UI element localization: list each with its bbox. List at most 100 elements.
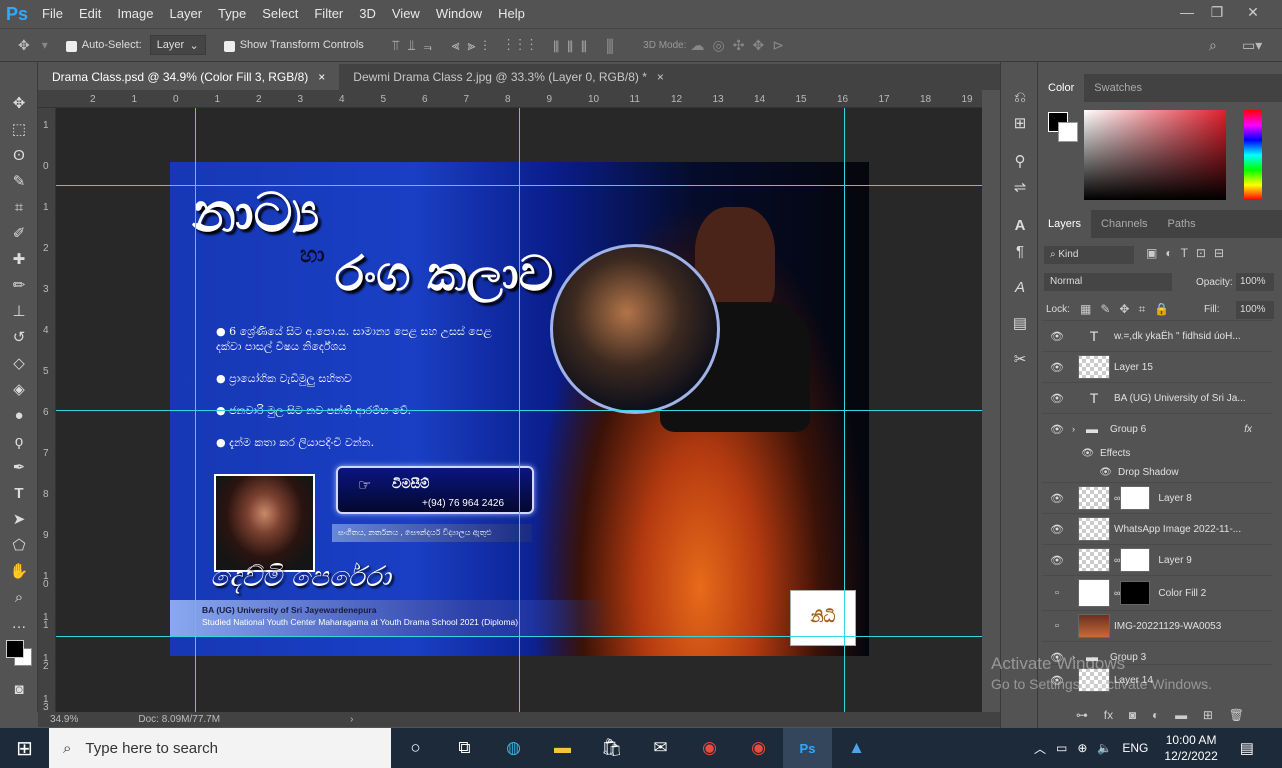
guide-horizontal[interactable] <box>56 636 982 637</box>
move-tool-icon[interactable]: ✥ <box>18 37 30 54</box>
eye-icon[interactable]: 👁 <box>1042 554 1072 567</box>
fx-icon[interactable]: fx <box>1104 708 1113 722</box>
marquee-tool-icon[interactable]: ⬚ <box>0 116 38 142</box>
eyedropper-icon[interactable]: ✐ <box>0 220 38 246</box>
quick-select-icon[interactable]: ✎ <box>0 168 38 194</box>
eye-icon[interactable]: 👁 <box>1042 523 1072 536</box>
lasso-tool-icon[interactable]: ʘ <box>0 142 38 168</box>
shape-tool-icon[interactable]: ⬠ <box>0 532 38 558</box>
tray-network-icon[interactable]: ⊕ <box>1077 741 1087 755</box>
layer-row[interactable]: ▫ ∞ Color Fill 2 <box>1042 575 1272 610</box>
paragraph-panel-icon[interactable]: ¶ <box>1001 238 1039 264</box>
more-tools-icon[interactable]: … <box>0 610 38 636</box>
visibility-toggle[interactable]: ▫ <box>1042 587 1072 599</box>
add-mask-icon[interactable]: ◙ <box>1129 708 1136 722</box>
adjustment-layer-icon[interactable]: ◐ <box>1152 708 1159 722</box>
close-icon[interactable]: ✕ <box>1236 0 1270 24</box>
link-layers-icon[interactable]: ⊶ <box>1076 708 1088 722</box>
type-tool-icon[interactable]: T <box>0 480 38 506</box>
show-transform-checkbox[interactable] <box>223 40 235 52</box>
guide-horizontal[interactable] <box>56 410 982 411</box>
background-color-swatch[interactable] <box>1058 122 1078 142</box>
workspace-icon[interactable]: ▭▾ <box>1242 37 1262 54</box>
healing-brush-icon[interactable]: ✚ <box>0 246 38 272</box>
photos-icon[interactable]: ▲ <box>832 728 881 768</box>
dodge-tool-icon[interactable]: ϙ <box>0 428 38 454</box>
notes-panel-icon[interactable]: ▤ <box>1001 310 1039 336</box>
fx-badge[interactable]: fx <box>1244 424 1252 435</box>
brush-panel-icon[interactable]: ⚲ <box>1001 148 1039 174</box>
tray-battery-icon[interactable]: ▭ <box>1056 741 1067 755</box>
menu-layer[interactable]: Layer <box>162 0 211 28</box>
cortana-icon[interactable]: ○ <box>391 728 440 768</box>
history-panel-icon[interactable]: ⎌ <box>1001 84 1039 110</box>
restore-icon[interactable]: ❐ <box>1200 0 1234 24</box>
hand-tool-icon[interactable]: ✋ <box>0 558 38 584</box>
taskbar-search[interactable]: ⌕ Type here to search <box>49 728 391 768</box>
crop-tool-icon[interactable]: ⌗ <box>0 194 38 220</box>
canvas-area[interactable]: නාට්‍ය හා රංග කලාව ● 6 ශ්‍රේණියේ සිට අ.ප… <box>56 108 982 712</box>
tab-layers[interactable]: Layers <box>1038 210 1092 238</box>
photoshop-taskbar-icon[interactable]: Ps <box>783 728 832 768</box>
tools-panel-icon[interactable]: ✂ <box>1001 346 1039 372</box>
menu-image[interactable]: Image <box>109 0 161 28</box>
fill-field[interactable]: 100% <box>1236 301 1274 319</box>
tab-color[interactable]: Color <box>1038 74 1085 102</box>
eye-icon[interactable]: 👁 <box>1042 492 1072 505</box>
clock[interactable]: 10:00 AM 12/2/2022 <box>1164 732 1217 764</box>
eye-icon[interactable]: 👁 <box>1042 330 1072 343</box>
menu-3d[interactable]: 3D <box>351 0 384 28</box>
tab-swatches[interactable]: Swatches <box>1084 74 1152 102</box>
color-picker-field[interactable] <box>1084 110 1226 200</box>
tab-drama-class[interactable]: Drama Class.psd @ 34.9% (Color Fill 3, R… <box>38 64 340 90</box>
menu-file[interactable]: File <box>34 0 71 28</box>
libraries-icon[interactable]: ⊞ <box>1001 110 1039 136</box>
layer-filter-kind[interactable]: ⌕ Kind <box>1044 246 1134 264</box>
guide-horizontal[interactable] <box>56 185 982 186</box>
search-icon[interactable]: ⌕ <box>1209 37 1217 54</box>
layer-row[interactable]: 👁 Tw.=,dk ykaËh " fidhsid úoH... <box>1042 320 1272 351</box>
layer-row[interactable]: 👁 T BA (UG) University of Sri Ja... <box>1042 382 1272 413</box>
delete-layer-icon[interactable]: 🗑 <box>1229 708 1244 722</box>
move-tool-icon[interactable]: ✥ <box>0 90 38 116</box>
zoom-tool-icon[interactable]: ⌕ <box>0 584 38 610</box>
paint-bucket-icon[interactable]: ◈ <box>0 376 38 402</box>
doc-size[interactable]: Doc: 8.09M/77.7M <box>138 714 220 725</box>
new-group-icon[interactable]: ▬ <box>1175 708 1187 722</box>
lock-icons[interactable]: ▦✎✥⌗🔒 <box>1080 302 1178 317</box>
tray-chevron-icon[interactable]: ︿ <box>1034 740 1046 757</box>
menu-help[interactable]: Help <box>490 0 533 28</box>
edge-icon[interactable]: ◍ <box>489 728 538 768</box>
layer-row[interactable]: 👁 › ▬ Group 6 fx <box>1042 413 1272 444</box>
notification-icon[interactable]: ▤ <box>1240 739 1254 757</box>
menu-select[interactable]: Select <box>254 0 306 28</box>
tab-close-icon[interactable]: × <box>657 64 664 90</box>
menu-view[interactable]: View <box>384 0 428 28</box>
windows-start-icon[interactable]: ⊞ <box>0 728 49 768</box>
file-explorer-icon[interactable]: ▬ <box>538 728 587 768</box>
chrome-icon-2[interactable]: ◉ <box>734 728 783 768</box>
menu-edit[interactable]: Edit <box>71 0 109 28</box>
mail-icon[interactable]: ✉ <box>636 728 685 768</box>
3d-mode-icons[interactable]: ☁◎✣✥⊳ <box>691 37 792 54</box>
effects-row[interactable]: 👁 Effects <box>1042 444 1272 463</box>
blur-tool-icon[interactable]: ● <box>0 402 38 428</box>
expand-icon[interactable]: › <box>1072 424 1086 434</box>
opacity-field[interactable]: 100% <box>1236 273 1274 291</box>
language-indicator[interactable]: ENG <box>1122 741 1148 755</box>
chevron-right-icon[interactable]: › <box>350 714 353 725</box>
store-icon[interactable]: 🛍 <box>587 728 636 768</box>
menu-filter[interactable]: Filter <box>306 0 351 28</box>
eye-icon[interactable]: 👁 <box>1042 467 1118 478</box>
eye-icon[interactable]: 👁 <box>1042 361 1072 374</box>
layer-row[interactable]: ▫ IMG-20221129-WA0053 <box>1042 610 1272 641</box>
stamp-tool-icon[interactable]: ⊥ <box>0 298 38 324</box>
eye-icon[interactable]: 👁 <box>1042 392 1072 405</box>
layer-row[interactable]: 👁 ∞ Layer 8 <box>1042 482 1272 513</box>
effect-row[interactable]: 👁 Drop Shadow <box>1042 463 1272 482</box>
layer-row[interactable]: 👁 WhatsApp Image 2022-11-... <box>1042 513 1272 544</box>
pen-tool-icon[interactable]: ✒ <box>0 454 38 480</box>
filter-icons[interactable]: ▣◐T⊡⊟ <box>1146 246 1232 260</box>
zoom-level[interactable]: 34.9% <box>50 714 78 725</box>
minimize-icon[interactable]: — <box>1170 0 1204 24</box>
